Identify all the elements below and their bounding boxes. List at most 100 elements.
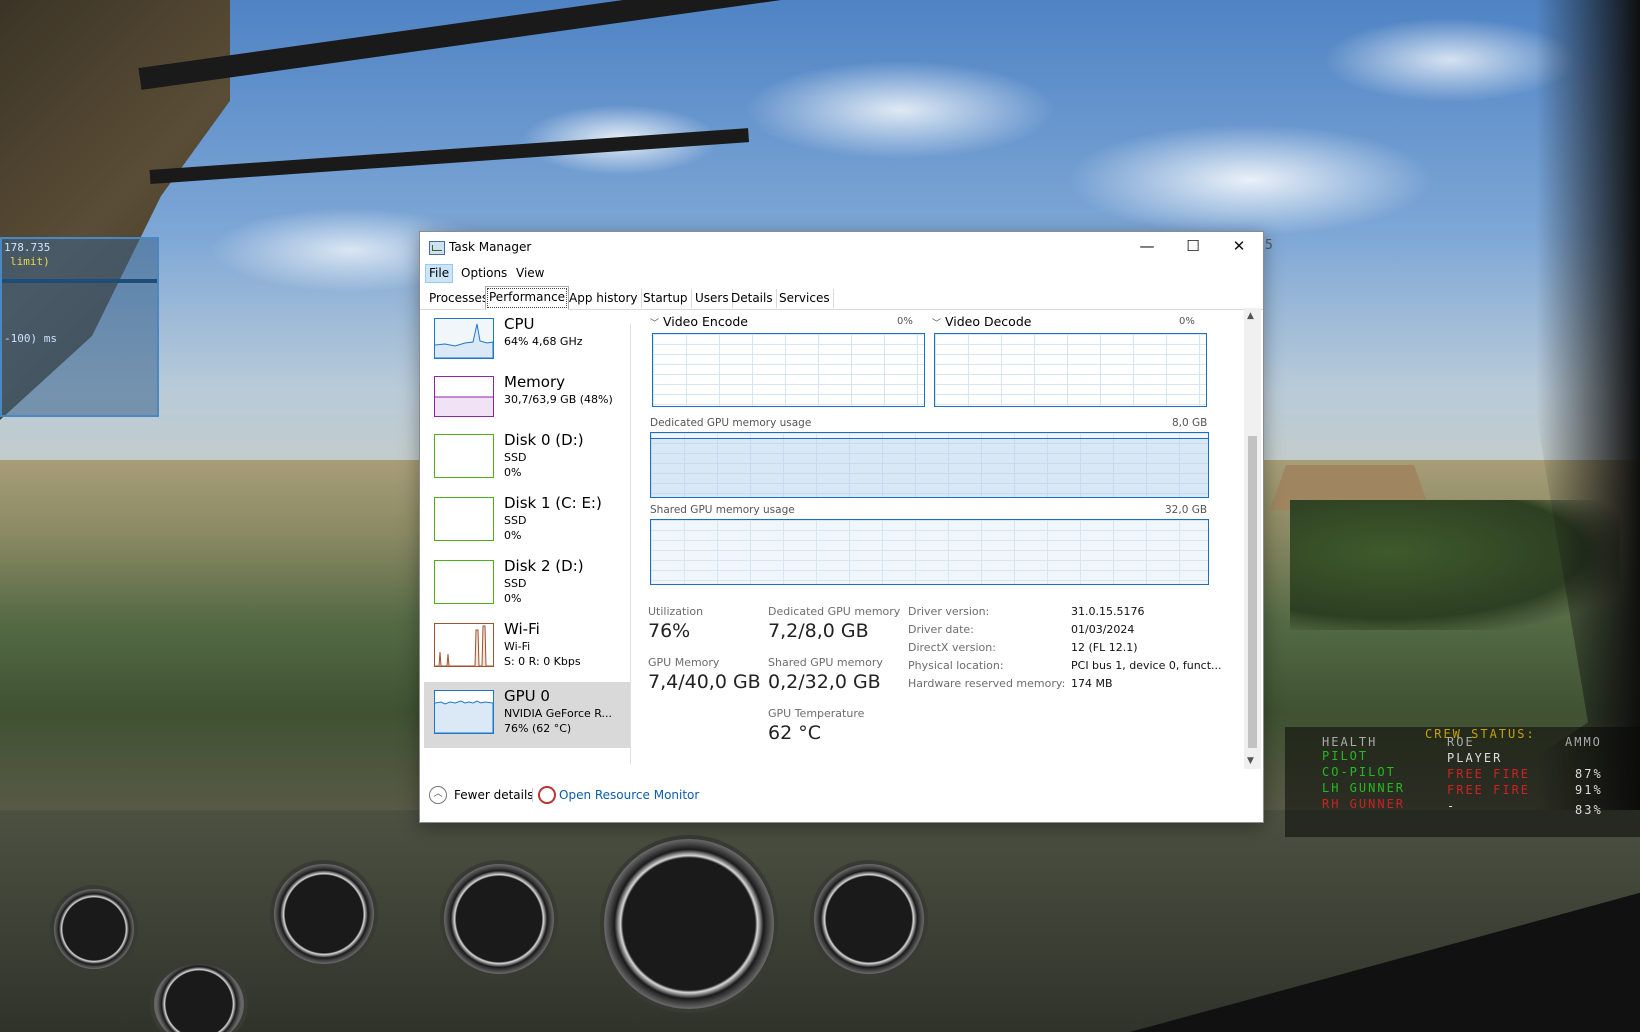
disk2-thumbnail-graph [434, 560, 494, 604]
tab-users[interactable]: Users [692, 289, 733, 308]
sidebar-item-label: Memory [504, 373, 566, 391]
sidebar-item-label: Disk 1 (C: E:) [504, 494, 602, 512]
scroll-up-icon[interactable]: ▲ [1247, 311, 1254, 321]
sidebar-item-detail: SSD [504, 514, 527, 527]
chevron-down-icon[interactable]: ﹀ [650, 316, 659, 329]
hardware-reserved-memory-value: 174 MB [1071, 677, 1113, 690]
sidebar-item-disk-2[interactable]: Disk 2 (D:) SSD 0% [424, 556, 630, 620]
gpu-detail-pane: ﹀ Video Encode 0% ﹀ Video Decode 0% Dedi… [648, 314, 1236, 769]
close-button[interactable]: ✕ [1216, 232, 1262, 262]
dedicated-gpu-memory-value: 7,2/8,0 GB [768, 620, 869, 642]
video-decode-pct: 0% [1179, 316, 1195, 327]
crew-row-roe: - [1447, 799, 1457, 813]
sidebar-item-detail: 30,7/63,9 GB (48%) [504, 393, 613, 406]
minimize-button[interactable]: — [1124, 232, 1170, 262]
gauge-icon [270, 860, 378, 968]
sidebar-item-usage: 0% [504, 466, 522, 479]
cpu-thumbnail-graph [434, 318, 494, 359]
title-bar[interactable]: Task Manager — ☐ ✕ [420, 232, 1263, 262]
sidebar-item-usage: S: 0 R: 0 Kbps [504, 655, 581, 668]
altimeter-gauge-icon [810, 860, 928, 978]
hardware-reserved-memory-label: Hardware reserved memory: [908, 677, 1066, 690]
fewer-details-link[interactable]: Fewer details [454, 788, 534, 802]
memory-thumbnail-graph [434, 376, 494, 417]
tab-startup[interactable]: Startup [640, 289, 692, 308]
sidebar-item-wifi[interactable]: Wi-Fi Wi-Fi S: 0 R: 0 Kbps [424, 619, 630, 683]
sidebar-item-disk-0[interactable]: Disk 0 (D:) SSD 0% [424, 430, 630, 494]
chevron-down-icon[interactable]: ﹀ [932, 316, 941, 329]
sidebar-item-detail: NVIDIA GeForce R... [504, 707, 613, 720]
menu-bar: File Options View [420, 262, 1263, 284]
dedicated-memory-graph-max: 8,0 GB [1172, 417, 1208, 429]
video-decode-label[interactable]: Video Decode [945, 314, 1031, 329]
utilization-label: Utilization [648, 605, 704, 618]
dedicated-memory-fill [651, 438, 1208, 497]
sidebar-item-disk-1[interactable]: Disk 1 (C: E:) SSD 0% [424, 493, 630, 557]
hud-value: 178.735 [4, 241, 51, 254]
task-manager-window[interactable]: Task Manager — ☐ ✕ File Options View Pro… [419, 231, 1264, 823]
sidebar-item-cpu[interactable]: CPU 64% 4,68 GHz [424, 314, 630, 378]
gpu-thumbnail-graph [434, 690, 494, 734]
crew-roe-header: ROE [1447, 735, 1475, 749]
tab-bar: Processes Performance App history Startu… [420, 286, 1263, 310]
crew-row-name: PILOT [1322, 749, 1369, 763]
maximize-button[interactable]: ☐ [1170, 232, 1216, 262]
resource-list: CPU 64% 4,68 GHz Memory 30,7/63,9 GB (48… [424, 314, 630, 767]
resource-monitor-icon [538, 786, 556, 804]
menu-view[interactable]: View [513, 265, 547, 282]
tab-details[interactable]: Details [728, 289, 777, 308]
dedicated-gpu-memory-label: Dedicated GPU memory [768, 605, 901, 618]
scroll-thumb[interactable] [1248, 436, 1257, 748]
driver-date-value: 01/03/2024 [1071, 623, 1135, 636]
crew-health-header: HEALTH [1322, 735, 1378, 749]
driver-version-value: 31.0.15.5176 [1071, 605, 1145, 618]
directx-version-label: DirectX version: [908, 641, 996, 654]
tab-processes[interactable]: Processes [426, 289, 493, 308]
crew-row-roe: FREE FIRE [1447, 767, 1531, 781]
shared-memory-graph-max: 32,0 GB [1165, 504, 1208, 516]
sidebar-item-label: GPU 0 [504, 687, 550, 705]
driver-date-label: Driver date: [908, 623, 974, 636]
sidebar-item-label: Wi-Fi [504, 620, 540, 638]
airspeed-gauge-icon [440, 860, 558, 978]
video-encode-graph [652, 333, 925, 407]
footer-divider [532, 788, 533, 802]
gauge-small-icon [50, 885, 138, 973]
crew-row-roe: FREE FIRE [1447, 783, 1531, 797]
tab-services[interactable]: Services [776, 289, 834, 308]
utilization-value: 76% [648, 620, 691, 642]
pane-divider [630, 324, 631, 764]
chevron-up-icon[interactable]: ︿ [429, 786, 447, 804]
menu-options[interactable]: Options [458, 265, 510, 282]
sidebar-item-detail: Wi-Fi [504, 640, 531, 653]
crew-row-ammo: 83% [1575, 803, 1603, 817]
sidebar-item-detail: 64% 4,68 GHz [504, 335, 583, 348]
crew-title: CREW STATUS: [1425, 727, 1536, 741]
hud-ms: -100) ms [4, 332, 57, 345]
sidebar-item-memory[interactable]: Memory 30,7/63,9 GB (48%) [424, 372, 630, 436]
sidebar-item-usage: 0% [504, 529, 522, 542]
video-encode-pct: 0% [897, 316, 913, 327]
shared-gpu-memory-label: Shared GPU memory [768, 656, 883, 669]
attitude-indicator-icon [600, 835, 778, 1013]
crew-ammo-header: AMMO [1565, 735, 1602, 749]
window-title: Task Manager [449, 240, 532, 254]
driver-version-label: Driver version: [908, 605, 990, 618]
sidebar-item-detail: SSD [504, 451, 527, 464]
tab-performance[interactable]: Performance [485, 286, 570, 310]
scroll-down-icon[interactable]: ▼ [1247, 756, 1254, 766]
footer: ︿ Fewer details Open Resource Monitor [420, 769, 1263, 822]
video-decode-graph [934, 333, 1207, 407]
sidebar-item-gpu-0[interactable]: GPU 0 NVIDIA GeForce R... 76% (62 °C) [424, 682, 630, 748]
video-encode-label[interactable]: Video Encode [663, 314, 748, 329]
physical-location-label: Physical location: [908, 659, 1004, 672]
hud-perf-panel: 178.735 limit) -100) ms [0, 237, 159, 417]
tab-app-history[interactable]: App history [566, 289, 642, 308]
vertical-scrollbar[interactable]: ▲ ▼ [1244, 308, 1261, 770]
crew-row-name: LH GUNNER [1322, 781, 1406, 795]
sidebar-item-label: CPU [504, 315, 535, 333]
open-resource-monitor-link[interactable]: Open Resource Monitor [559, 788, 699, 802]
sidebar-item-label: Disk 2 (D:) [504, 557, 584, 575]
dedicated-memory-graph-label: Dedicated GPU memory usage [650, 417, 812, 429]
menu-file[interactable]: File [425, 264, 454, 283]
